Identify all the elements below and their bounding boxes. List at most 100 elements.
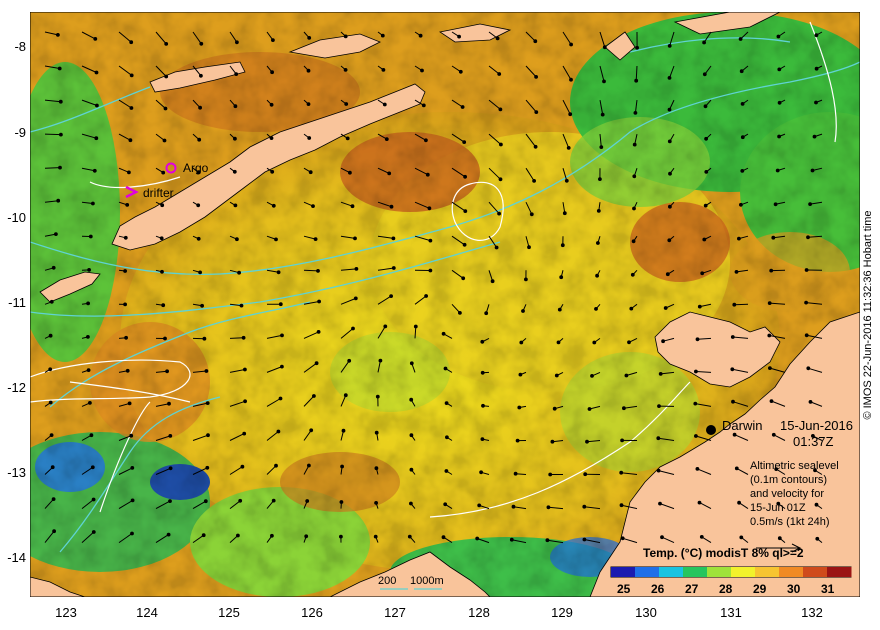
- velocity-arrow-head: [409, 501, 413, 506]
- velocity-arrow-head: [92, 168, 97, 173]
- velocity-arrow-head: [668, 171, 672, 176]
- velocity-arrow-head: [629, 306, 634, 311]
- velocity-arrow-head: [343, 68, 348, 72]
- velocity-arrow-head: [556, 340, 561, 345]
- velocity-arrow-head: [740, 102, 745, 106]
- velocity-arrow-head: [596, 209, 601, 213]
- velocity-arrow-head: [129, 40, 134, 45]
- velocity-arrow-head: [59, 132, 63, 137]
- velocity-arrow-head: [815, 536, 820, 541]
- velocity-arrow-head: [475, 536, 480, 541]
- velocity-arrow-head: [48, 333, 53, 338]
- velocity-arrow-head: [732, 302, 737, 307]
- velocity-arrow-head: [661, 339, 665, 344]
- velocity-arrow-head: [233, 203, 238, 208]
- velocity-arrow-head: [658, 372, 663, 376]
- y-tick: -13: [7, 465, 26, 480]
- velocity-arrow-head: [768, 366, 772, 371]
- velocity-arrow-head: [600, 112, 605, 117]
- velocity-arrow-head: [309, 428, 314, 433]
- colorbar-cell: [611, 567, 636, 577]
- velocity-arrow-head: [441, 535, 446, 540]
- velocity-arrow-head: [700, 271, 705, 276]
- velocity-arrow-head: [777, 134, 781, 139]
- velocity-arrow-head: [243, 399, 248, 404]
- velocity-arrow-head: [420, 68, 424, 73]
- velocity-arrow-head: [477, 503, 482, 508]
- velocity-arrow-head: [86, 301, 90, 306]
- colorbar-cell: [827, 567, 852, 577]
- velocity-arrow-head: [693, 401, 698, 406]
- velocity-arrow-head: [480, 339, 485, 344]
- velocity-arrow-head: [242, 431, 247, 436]
- velocity-arrow-head: [620, 438, 624, 443]
- velocity-arrow-head: [418, 33, 423, 38]
- velocity-arrow-head: [515, 438, 520, 443]
- velocity-arrow-head: [270, 169, 275, 174]
- velocity-arrow-head: [374, 466, 379, 471]
- velocity-arrow-head: [280, 364, 284, 369]
- velocity-arrow-head: [198, 105, 203, 110]
- colorbar-cell: [779, 567, 804, 577]
- colorbar: [610, 566, 852, 578]
- velocity-arrow-head: [307, 463, 311, 468]
- velocity-arrow-head: [806, 366, 811, 371]
- velocity-arrow-head: [232, 169, 237, 174]
- velocity-arrow-head: [196, 236, 201, 241]
- velocity-arrow-head: [159, 236, 164, 241]
- velocity-arrow-head: [276, 270, 281, 275]
- velocity-arrow-head: [444, 469, 449, 473]
- velocity-arrow-head: [480, 370, 485, 375]
- velocity-arrow-head: [90, 465, 95, 470]
- velocity-arrow-head: [697, 500, 702, 505]
- velocity-arrow-head: [769, 399, 774, 404]
- velocity-arrow-head: [771, 235, 776, 240]
- velocity-arrow-head: [49, 433, 54, 438]
- x-tick: 123: [55, 605, 77, 620]
- velocity-arrow-head: [168, 499, 172, 504]
- velocity-arrow-head: [804, 268, 809, 272]
- velocity-arrow-head: [391, 266, 396, 270]
- velocity-arrow-head: [160, 269, 164, 274]
- velocity-arrow-head: [559, 275, 564, 280]
- velocity-arrow-head: [94, 136, 99, 141]
- velocity-arrow-head: [391, 236, 396, 241]
- velocity-arrow-head: [307, 136, 312, 140]
- velocity-arrow-head: [86, 368, 91, 373]
- sea-surface-temperature-map: [30, 12, 860, 597]
- velocity-arrow-head: [582, 504, 587, 509]
- velocity-arrow-head: [306, 102, 311, 106]
- y-tick: -11: [8, 295, 26, 310]
- velocity-arrow-head: [633, 111, 638, 115]
- velocity-arrow-head: [441, 331, 446, 336]
- colorbar-tick: 29: [753, 582, 767, 596]
- velocity-arrow-head: [494, 245, 499, 250]
- velocity-arrow-head: [130, 466, 135, 470]
- velocity-arrow-head: [631, 239, 636, 244]
- velocity-arrow-head: [529, 212, 534, 217]
- velocity-arrow: [229, 337, 244, 339]
- velocity-arrow-head: [196, 203, 201, 208]
- velocity-arrow-head: [199, 73, 203, 78]
- colorbar-cell: [803, 567, 828, 577]
- velocity-arrow-head: [737, 500, 741, 505]
- velocity-arrow-head: [771, 432, 776, 437]
- velocity-arrow-head: [619, 503, 624, 508]
- velocity-arrow-head: [88, 401, 92, 405]
- velocity-arrow-head: [632, 142, 637, 147]
- velocity-arrow-head: [428, 268, 433, 273]
- x-tick: 126: [301, 605, 323, 620]
- velocity-arrow-head: [162, 138, 167, 143]
- velocity-arrow-head: [123, 302, 127, 307]
- velocity-arrow-head: [127, 401, 132, 406]
- velocity-arrow-head: [557, 307, 562, 312]
- velocity-arrow-head: [667, 44, 672, 48]
- velocity-arrow-head: [773, 202, 778, 207]
- velocity-arrow-head: [339, 500, 344, 504]
- velocity-arrow-head: [776, 34, 781, 39]
- velocity-arrow-head: [166, 532, 171, 537]
- velocity-arrow-head: [353, 296, 358, 301]
- velocity-arrow-head: [424, 294, 429, 298]
- velocity-arrow-head: [378, 358, 383, 363]
- velocity-arrow-head: [343, 34, 348, 39]
